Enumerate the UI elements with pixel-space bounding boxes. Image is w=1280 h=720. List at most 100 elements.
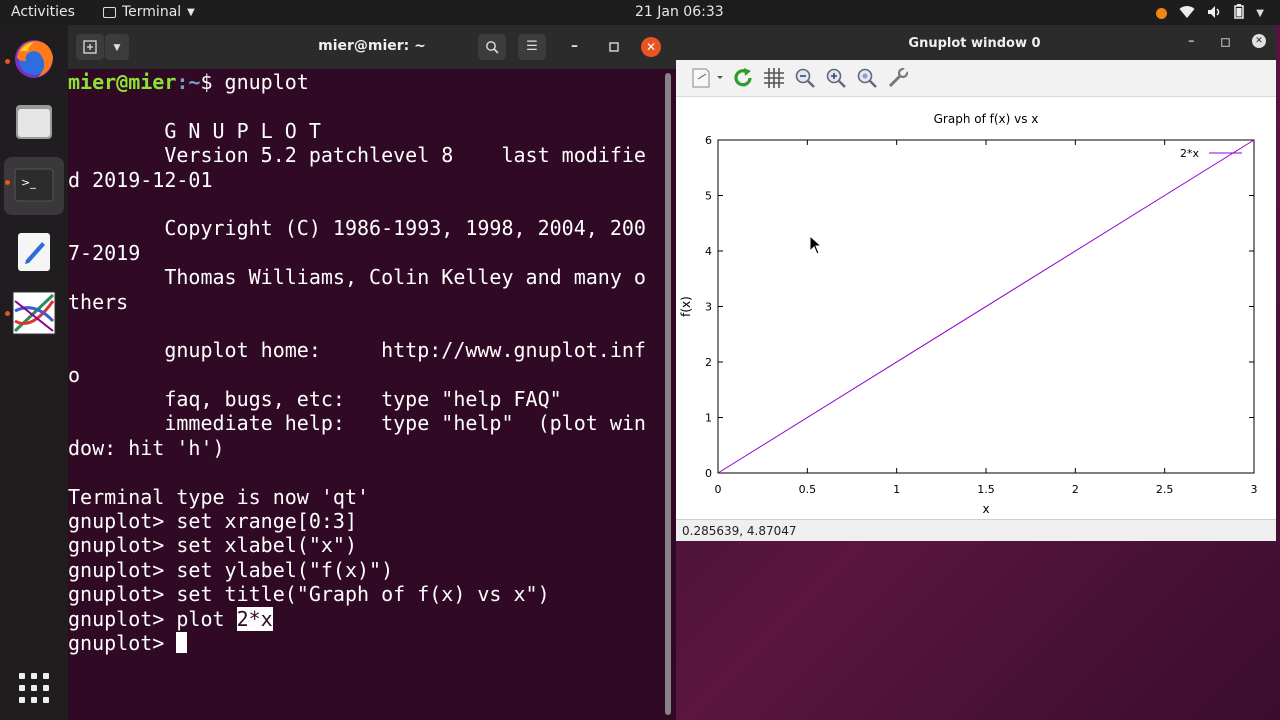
legend-label: 2*x bbox=[1180, 147, 1199, 160]
hamburger-icon: ☰ bbox=[526, 39, 538, 54]
legend: 2*x bbox=[1180, 147, 1242, 160]
x-tick-label: 1.5 bbox=[977, 483, 995, 496]
plot-area[interactable]: 0 0.5 1 1.5 2 2.5 3 0 1 2 3 4 5 6 Graph of f(x) vs x … bbox=[676, 97, 1274, 519]
gnuplot-title: Gnuplot window 0 bbox=[908, 36, 1041, 51]
activities-button[interactable]: Activities bbox=[11, 4, 75, 20]
gnuplot-titlebar[interactable]: Gnuplot window 0 – ✕ bbox=[676, 25, 1276, 60]
terminal-line: faq, bugs, etc: type "help FAQ" bbox=[68, 387, 562, 412]
terminal-line: gnuplot home: http://www.gnuplot.inf bbox=[68, 338, 646, 363]
y-tick-label: 4 bbox=[705, 245, 712, 258]
chart-title: Graph of f(x) vs x bbox=[934, 112, 1039, 126]
system-tray[interactable]: ▼ bbox=[1156, 4, 1264, 23]
volume-icon[interactable] bbox=[1207, 5, 1222, 23]
final-prompt: gnuplot> bbox=[68, 630, 177, 655]
top-bar: Activities Terminal ▼ 21 Jan 06:33 ▼ bbox=[0, 0, 1280, 25]
svg-text:>_: >_ bbox=[21, 176, 36, 189]
minimize-button[interactable]: – bbox=[1188, 34, 1195, 49]
x-tick-label: 1 bbox=[893, 483, 900, 496]
close-button[interactable]: ✕ bbox=[641, 37, 661, 57]
active-prompt-line[interactable]: gnuplot> bbox=[68, 631, 662, 655]
firefox-icon[interactable] bbox=[12, 37, 56, 81]
grid-icon[interactable] bbox=[762, 66, 786, 90]
y-axis-label: f(x) bbox=[679, 296, 693, 317]
wifi-icon[interactable] bbox=[1179, 5, 1195, 23]
terminal-window: ▼ mier@mier: ~ ☰ – ✕ mier@mier:~$ gnuplo… bbox=[68, 25, 676, 720]
terminal-line: gnuplot> set ylabel("f(x)") bbox=[68, 557, 394, 582]
y-tick-label: 1 bbox=[705, 412, 712, 425]
chevron-down-icon[interactable]: ▼ bbox=[1256, 8, 1264, 19]
notification-icon[interactable] bbox=[1156, 8, 1168, 19]
text-cursor bbox=[176, 631, 188, 653]
x-tick-label: 2 bbox=[1072, 483, 1079, 496]
y-tick-label: 6 bbox=[705, 134, 712, 147]
running-indicator bbox=[5, 59, 10, 64]
replot-icon[interactable] bbox=[731, 66, 755, 90]
terminal-titlebar[interactable]: ▼ mier@mier: ~ ☰ – ✕ bbox=[68, 25, 676, 69]
terminal-line: Version 5.2 patchlevel 8 last modifie bbox=[68, 143, 646, 168]
prompt-user: mier@mier bbox=[68, 70, 177, 94]
running-indicator bbox=[5, 180, 10, 185]
x-tick-label: 2.5 bbox=[1156, 483, 1174, 496]
settings-icon[interactable] bbox=[886, 66, 910, 90]
search-button[interactable] bbox=[478, 34, 506, 60]
x-tick-label: 3 bbox=[1251, 483, 1258, 496]
terminal-scrollbar[interactable] bbox=[665, 73, 671, 715]
clock[interactable]: 21 Jan 06:33 bbox=[635, 4, 724, 20]
running-indicator bbox=[5, 311, 10, 316]
terminal-icon bbox=[103, 6, 116, 18]
terminal-prompt-line: mier@mier:~$ gnuplot bbox=[68, 70, 662, 94]
terminal-title: mier@mier: ~ bbox=[318, 38, 426, 54]
status-bar: 0.285639, 4.87047 bbox=[676, 519, 1276, 541]
gnuplot-toolbar bbox=[676, 60, 1276, 97]
mouse-pointer-icon bbox=[809, 234, 823, 255]
chevron-down-icon: ▼ bbox=[187, 6, 195, 18]
terminal-line: gnuplot> set xrange[0:3] bbox=[68, 509, 357, 534]
battery-icon[interactable] bbox=[1234, 4, 1245, 23]
terminal-line: dow: hit 'h') bbox=[68, 435, 225, 460]
zoom-out-icon[interactable] bbox=[855, 66, 879, 90]
app-menu-label: Terminal bbox=[122, 4, 182, 20]
plot-command-line: gnuplot> plot 2*x bbox=[68, 606, 662, 631]
cursor-coordinates: 0.285639, 4.87047 bbox=[682, 524, 797, 538]
search-icon bbox=[486, 41, 499, 54]
plot-prefix: gnuplot> plot bbox=[68, 606, 237, 631]
terminal-line: d 2019-12-01 bbox=[68, 167, 213, 192]
gnuplot-icon[interactable] bbox=[12, 291, 56, 335]
show-applications-icon[interactable] bbox=[19, 673, 49, 703]
terminal-icon[interactable]: >_ bbox=[12, 164, 56, 208]
x-axis-label: x bbox=[982, 502, 989, 516]
hamburger-menu-button[interactable]: ☰ bbox=[518, 34, 546, 60]
terminal-line: G N U P L O T bbox=[68, 118, 321, 143]
export-icon[interactable] bbox=[690, 66, 723, 90]
terminal-line: gnuplot> set title("Graph of f(x) vs x") bbox=[68, 582, 550, 607]
gnuplot-window: Gnuplot window 0 – ✕ 0 0.5 1 1.5 2 2.5 3… bbox=[676, 25, 1276, 541]
terminal-output[interactable]: mier@mier:~$ gnuplot G N U P L O T Versi… bbox=[68, 70, 662, 710]
chart-axes: 0 0.5 1 1.5 2 2.5 3 0 1 2 3 4 5 6 bbox=[705, 134, 1258, 496]
first-command: $ gnuplot bbox=[200, 70, 309, 94]
terminal-line: immediate help: type "help" (plot win bbox=[68, 411, 646, 436]
prompt-path: :~ bbox=[176, 70, 201, 94]
close-button[interactable]: ✕ bbox=[1252, 34, 1266, 48]
chart-svg[interactable]: 0 0.5 1 1.5 2 2.5 30123456 Graph of f(x) vs x … bbox=[676, 97, 1274, 519]
chart-marks bbox=[717, 139, 1255, 474]
terminal-line: o bbox=[68, 362, 81, 387]
text-editor-icon[interactable] bbox=[12, 230, 56, 274]
terminal-line: gnuplot> set xlabel("x") bbox=[68, 533, 357, 558]
series-line bbox=[717, 139, 1255, 474]
y-tick-label: 2 bbox=[705, 356, 712, 369]
zoom-in-icon[interactable] bbox=[824, 66, 848, 90]
zoom-previous-icon[interactable] bbox=[793, 66, 817, 90]
minimize-button[interactable]: – bbox=[571, 38, 578, 54]
terminal-line: Terminal type is now 'qt' bbox=[68, 484, 370, 509]
y-tick-label: 0 bbox=[705, 467, 712, 480]
x-tick-label: 0 bbox=[715, 483, 722, 496]
dock: >_ bbox=[0, 25, 68, 720]
maximize-button[interactable] bbox=[1221, 36, 1230, 51]
files-icon[interactable] bbox=[12, 99, 56, 143]
selected-text[interactable]: 2*x bbox=[236, 606, 273, 631]
maximize-button[interactable] bbox=[609, 40, 619, 56]
app-menu[interactable]: Terminal ▼ bbox=[103, 4, 195, 20]
